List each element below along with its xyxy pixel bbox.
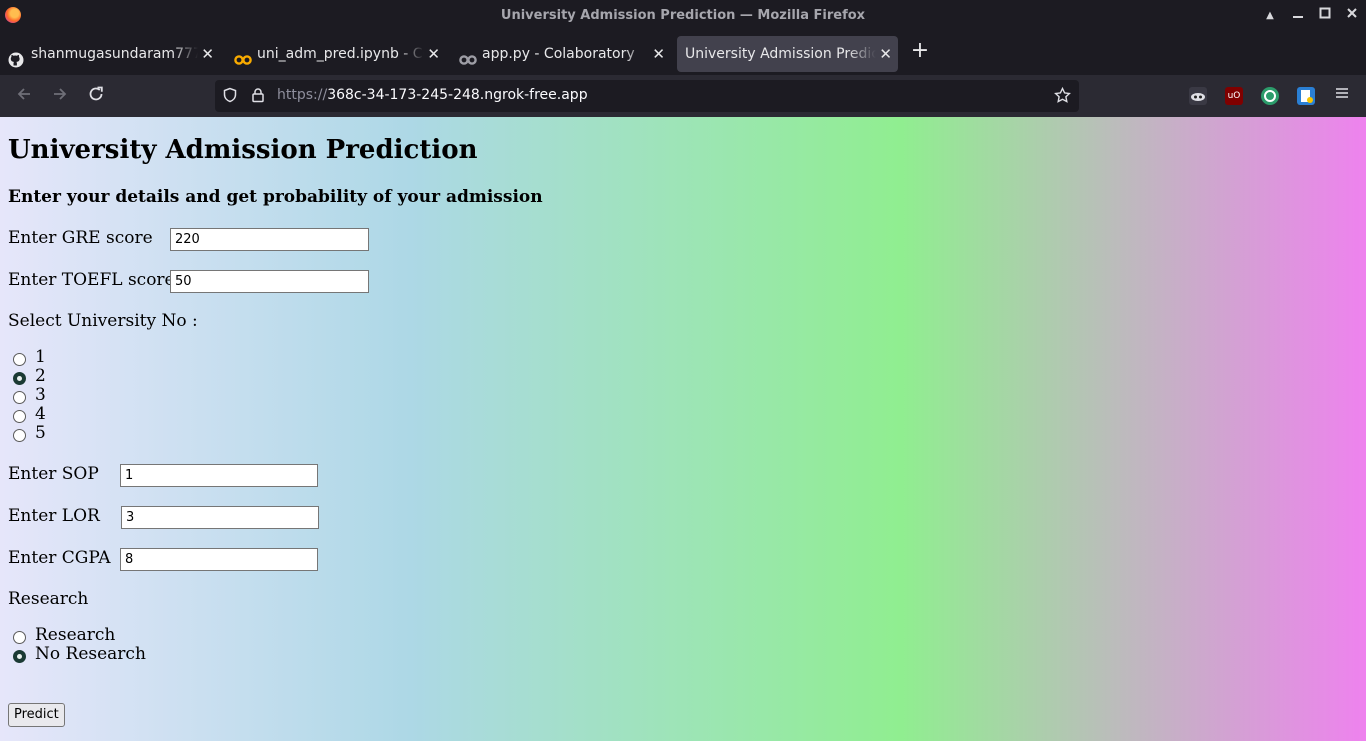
tab-colab-notebook[interactable]: uni_adm_pred.ipynb - Co ✕ bbox=[226, 36, 446, 72]
url-bar[interactable]: https://368c-34-173-245-248.ngrok-free.a… bbox=[215, 80, 1079, 112]
radio-label: Research bbox=[35, 625, 116, 645]
gre-input[interactable] bbox=[170, 228, 369, 251]
radio-label: 5 bbox=[35, 423, 46, 443]
close-window-icon[interactable] bbox=[1342, 6, 1362, 26]
radio-label: No Research bbox=[35, 644, 146, 664]
url-host: 368c-34-173-245-248.ngrok-free.app bbox=[327, 87, 588, 103]
colab-icon bbox=[234, 46, 252, 65]
radio-label: 1 bbox=[35, 347, 46, 367]
predict-button[interactable]: Predict bbox=[8, 703, 65, 727]
radio-button[interactable] bbox=[13, 372, 26, 385]
tab-label: University Admission Predict bbox=[685, 46, 876, 62]
university-label: Select University No : bbox=[8, 311, 198, 331]
reload-icon[interactable] bbox=[85, 85, 107, 107]
extension-eyes-icon[interactable] bbox=[1189, 87, 1207, 105]
navigation-bar: https://368c-34-173-245-248.ngrok-free.a… bbox=[0, 75, 1366, 117]
radio-button[interactable] bbox=[13, 429, 26, 442]
new-tab-icon[interactable]: + bbox=[909, 40, 931, 62]
minimize-icon[interactable] bbox=[1288, 6, 1308, 26]
window-shade-icon[interactable]: ▲ bbox=[1260, 6, 1280, 26]
tab-label: shanmugasundaram777/ bbox=[31, 46, 198, 62]
radio-button[interactable] bbox=[13, 391, 26, 404]
github-icon bbox=[8, 46, 24, 68]
radio-button[interactable] bbox=[13, 650, 26, 663]
lor-label: Enter LOR bbox=[8, 506, 100, 526]
radio-button[interactable] bbox=[13, 631, 26, 644]
tab-bar: shanmugasundaram777/ ✕ uni_adm_pred.ipyn… bbox=[0, 33, 1366, 75]
lock-icon[interactable] bbox=[249, 87, 267, 105]
back-icon[interactable] bbox=[13, 85, 35, 107]
shield-icon[interactable] bbox=[221, 87, 239, 105]
tab-close-icon[interactable]: ✕ bbox=[427, 36, 440, 72]
page-content: University Admission Prediction Enter yo… bbox=[0, 117, 1366, 741]
url-text[interactable]: https://368c-34-173-245-248.ngrok-free.a… bbox=[277, 87, 588, 103]
tab-close-icon[interactable]: ✕ bbox=[879, 36, 892, 72]
tab-github[interactable]: shanmugasundaram777/ ✕ bbox=[0, 36, 220, 72]
window-title: University Admission Prediction — Mozill… bbox=[500, 8, 866, 23]
sync-extension-icon[interactable] bbox=[1261, 87, 1279, 105]
cgpa-input[interactable] bbox=[120, 548, 318, 571]
tab-close-icon[interactable]: ✕ bbox=[652, 36, 665, 72]
page-subtitle: Enter your details and get probability o… bbox=[8, 187, 543, 207]
toefl-label: Enter TOEFL score bbox=[8, 270, 175, 290]
radio-label: 4 bbox=[35, 404, 46, 424]
radio-label: 2 bbox=[35, 366, 46, 386]
tab-label: app.py - Colaboratory bbox=[482, 46, 635, 62]
bookmark-star-icon[interactable] bbox=[1053, 86, 1071, 105]
url-protocol: https:// bbox=[277, 87, 328, 103]
sop-label: Enter SOP bbox=[8, 464, 99, 484]
tab-close-icon[interactable]: ✕ bbox=[201, 36, 214, 72]
sop-input[interactable] bbox=[120, 464, 318, 487]
colab-icon bbox=[459, 46, 477, 65]
tab-label: uni_adm_pred.ipynb - Co bbox=[257, 46, 424, 62]
tab-colab-app[interactable]: app.py - Colaboratory ✕ bbox=[451, 36, 671, 72]
research-label: Research bbox=[8, 589, 89, 609]
cgpa-label: Enter CGPA bbox=[8, 548, 111, 568]
ublock-origin-icon[interactable]: uO bbox=[1225, 87, 1243, 105]
radio-button[interactable] bbox=[13, 353, 26, 366]
maximize-icon[interactable] bbox=[1315, 6, 1335, 26]
toefl-input[interactable] bbox=[170, 270, 369, 293]
gre-label: Enter GRE score bbox=[8, 228, 153, 248]
window-titlebar: University Admission Prediction — Mozill… bbox=[0, 0, 1366, 33]
page-title: University Admission Prediction bbox=[8, 135, 478, 165]
lor-input[interactable] bbox=[121, 506, 319, 529]
menu-hamburger-icon[interactable] bbox=[1331, 85, 1353, 107]
radio-button[interactable] bbox=[13, 410, 26, 423]
radio-label: 3 bbox=[35, 385, 46, 405]
forward-icon[interactable] bbox=[49, 85, 71, 107]
extension-document-icon[interactable] bbox=[1297, 87, 1315, 105]
tab-university-admission[interactable]: University Admission Predict ✕ bbox=[677, 36, 898, 72]
